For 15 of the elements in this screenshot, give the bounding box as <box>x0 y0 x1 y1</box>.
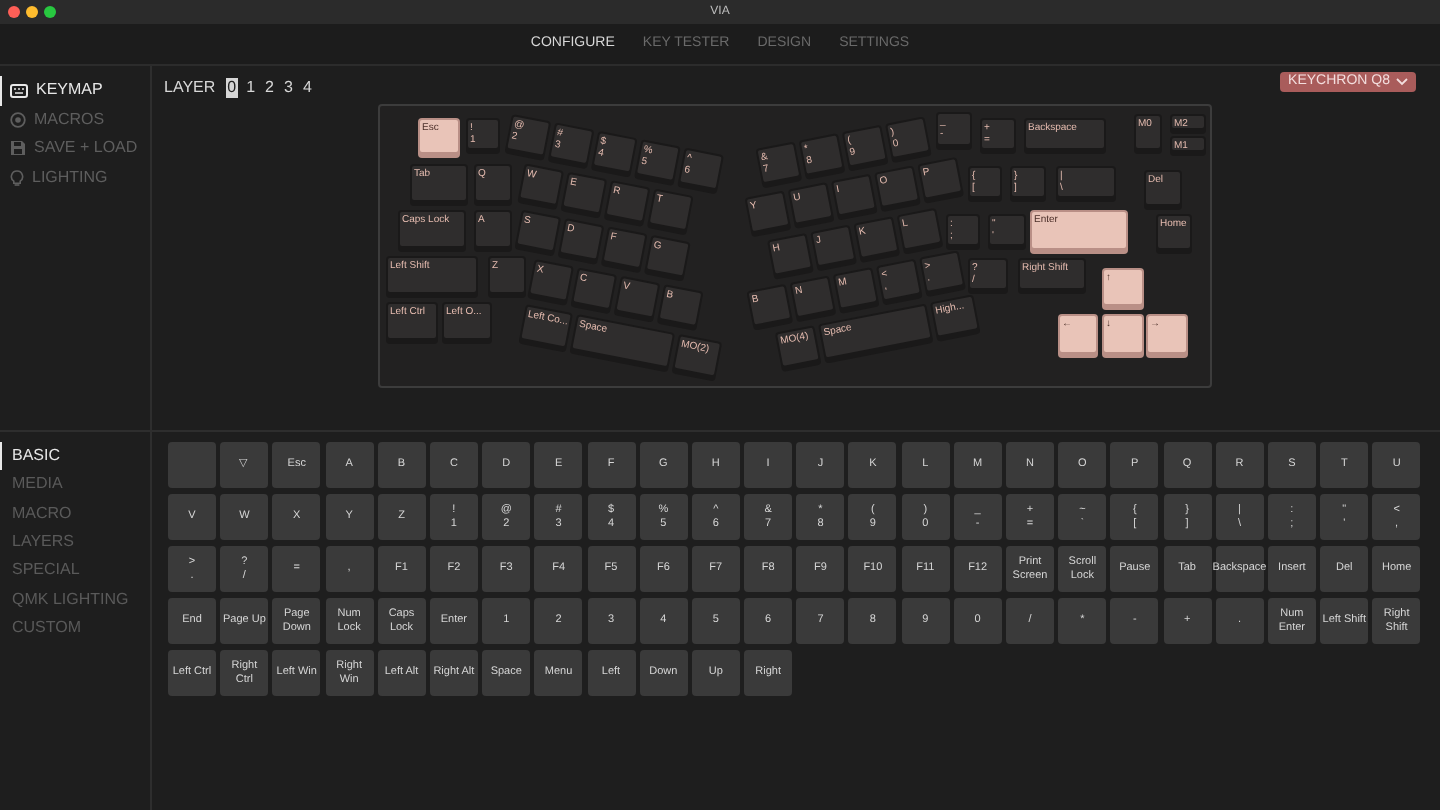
minimize-window-icon[interactable] <box>26 6 38 18</box>
category-item[interactable]: BASIC <box>0 442 150 471</box>
chevron-down-icon <box>1396 78 1408 86</box>
layer-tab[interactable]: 3 <box>282 78 295 98</box>
maximize-window-icon[interactable] <box>44 6 56 18</box>
layer-tab[interactable]: 0 <box>225 78 239 98</box>
layer-tab[interactable]: 2 <box>263 78 276 98</box>
layer-tab[interactable]: 1 <box>244 78 258 98</box>
layer-tab[interactable]: 4 <box>300 78 314 98</box>
record-icon <box>10 111 26 128</box>
layer-label: LAYER <box>164 76 216 100</box>
sidebar-item[interactable]: KEYMAP <box>0 76 150 105</box>
lightbulb-icon <box>10 169 24 186</box>
close-window-icon[interactable] <box>8 6 20 18</box>
keyboard-icon <box>10 83 28 98</box>
